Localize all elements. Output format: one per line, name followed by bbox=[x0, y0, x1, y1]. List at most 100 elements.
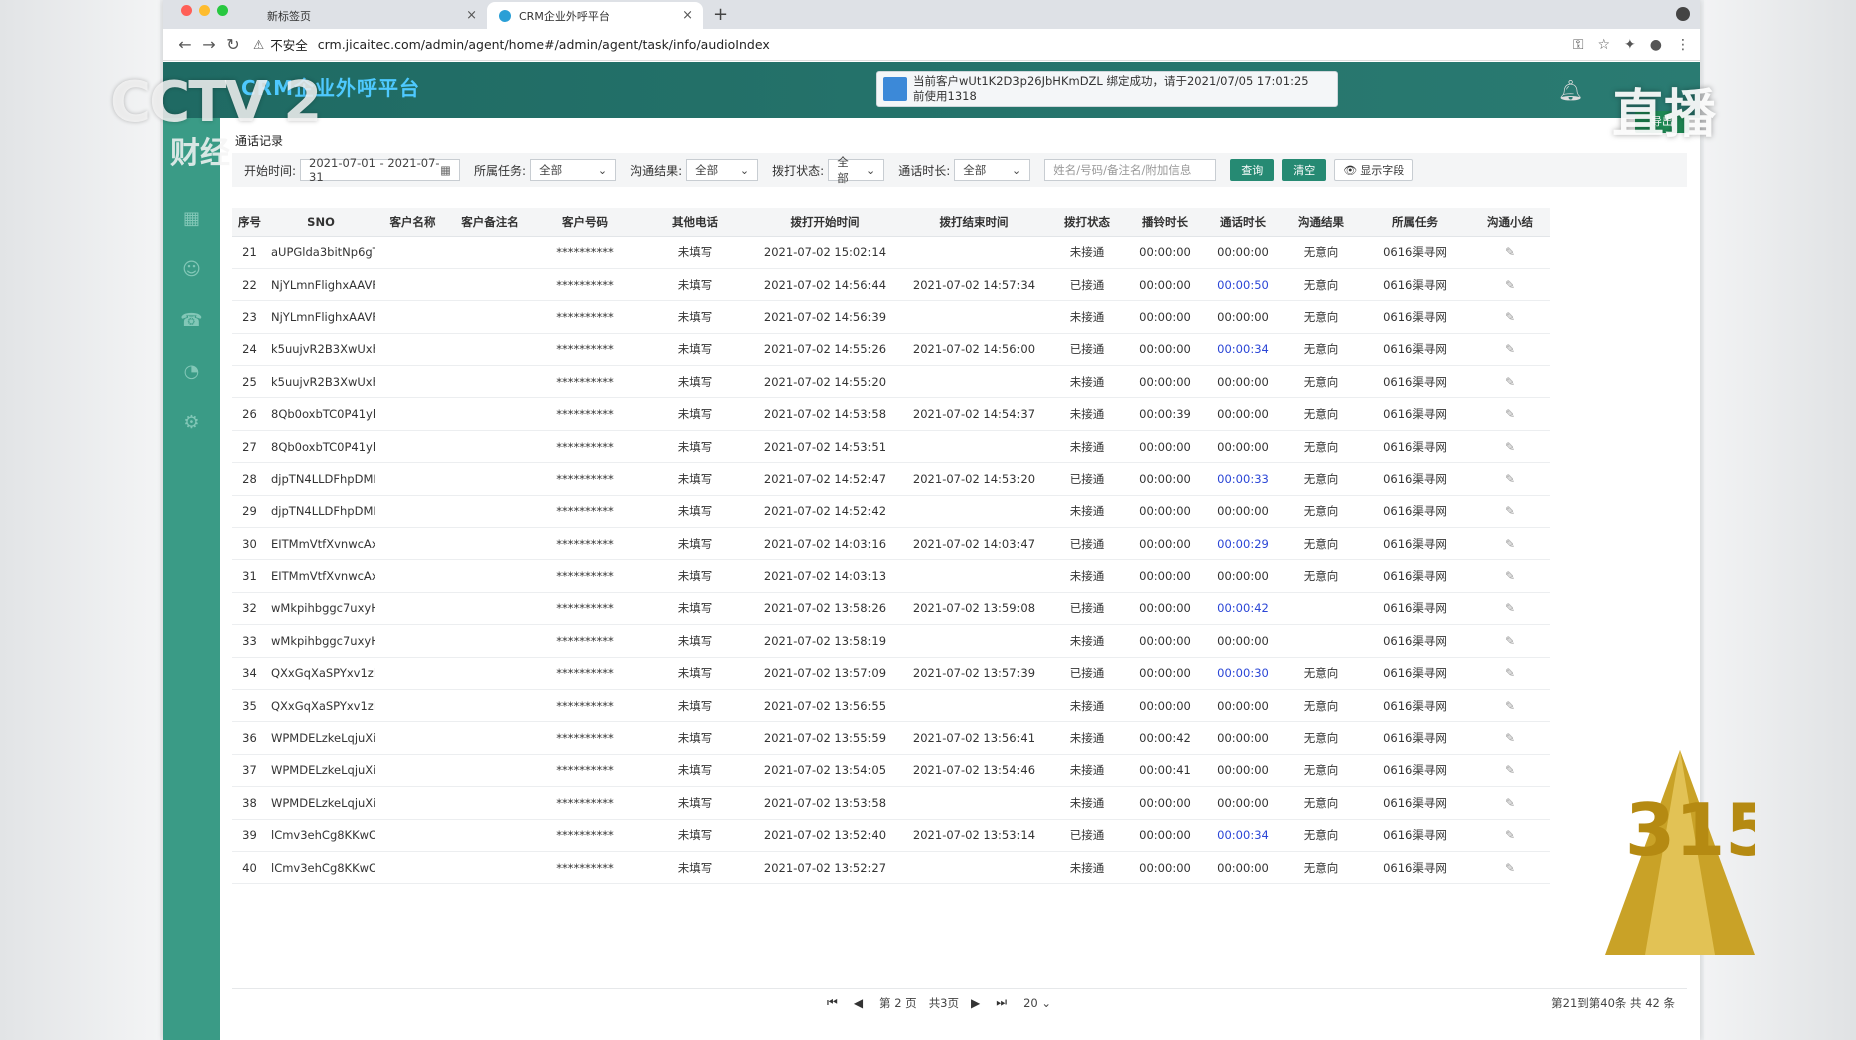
next-page-icon[interactable]: ▶ bbox=[971, 996, 980, 1010]
col-other-phone[interactable]: 其他电话 bbox=[640, 208, 750, 237]
calendar-icon[interactable]: ▦ bbox=[440, 163, 451, 177]
back-arrow-icon[interactable]: ← bbox=[173, 35, 197, 54]
prev-page-icon[interactable]: ◀ bbox=[854, 996, 863, 1010]
col-end-time[interactable]: 拨打结束时间 bbox=[900, 208, 1048, 237]
edit-icon[interactable]: ✎ bbox=[1505, 375, 1515, 389]
table-row[interactable]: 40 lCmv3ehCg8KKwOi ********** 未填写 2021-07-02… bbox=[232, 851, 1550, 885]
row-talk-time[interactable]: 00:00:33 bbox=[1204, 462, 1282, 496]
sidebar-user-icon[interactable]: ☺ bbox=[182, 259, 201, 280]
row-talk-time[interactable]: 00:00:34 bbox=[1204, 333, 1282, 367]
table-row[interactable]: 32 wMkpihbggc7uxyH ********** 未填写 2021-07-02… bbox=[232, 592, 1550, 626]
task-select[interactable]: 全部 bbox=[530, 159, 617, 181]
edit-icon[interactable]: ✎ bbox=[1505, 407, 1515, 421]
tab-close-icon[interactable]: × bbox=[466, 8, 477, 23]
col-start-time[interactable]: 拨打开始时间 bbox=[750, 208, 900, 237]
col-result[interactable]: 沟通结果 bbox=[1282, 208, 1360, 237]
row-talk-time[interactable]: 00:00:34 bbox=[1204, 819, 1282, 852]
edit-icon[interactable]: ✎ bbox=[1505, 634, 1515, 648]
result-select[interactable]: 全部 bbox=[686, 159, 759, 181]
row-talk-time[interactable]: 00:00:30 bbox=[1204, 657, 1282, 690]
maximize-window-button[interactable] bbox=[217, 5, 228, 16]
edit-icon[interactable]: ✎ bbox=[1505, 310, 1515, 324]
row-talk-time[interactable]: 00:00:42 bbox=[1204, 592, 1282, 626]
table-row[interactable]: 38 WPMDELzkeLqjuXi ********** 未填写 2021-07-02… bbox=[232, 786, 1550, 820]
table-row[interactable]: 26 8Qb0oxbTC0P41yl ********** 未填写 2021-07-02… bbox=[232, 397, 1550, 431]
browser-menu-icon[interactable] bbox=[1676, 7, 1690, 21]
edit-icon[interactable]: ✎ bbox=[1505, 472, 1515, 486]
edit-icon[interactable]: ✎ bbox=[1505, 828, 1515, 842]
star-icon[interactable]: ☆ bbox=[1597, 37, 1610, 53]
table-row[interactable]: 33 wMkpihbggc7uxyH ********** 未填写 2021-07-02… bbox=[232, 624, 1550, 658]
table-row[interactable]: 22 NjYLmnFlighxAAVF ********** 未填写 2021-07-0… bbox=[232, 268, 1550, 302]
duration-select[interactable]: 全部 bbox=[954, 159, 1031, 181]
table-row[interactable]: 28 djpTN4LLDFhpDMI ********** 未填写 2021-07-02… bbox=[232, 462, 1550, 496]
status-select[interactable]: 全部 bbox=[828, 155, 885, 185]
current-page[interactable]: 第 2 页 bbox=[879, 995, 917, 1011]
table-row[interactable]: 29 djpTN4LLDFhpDMI ********** 未填写 2021-07-02… bbox=[232, 495, 1550, 529]
col-remark-name[interactable]: 客户备注名 bbox=[450, 208, 530, 237]
first-page-icon[interactable]: ⏮ bbox=[827, 995, 838, 1010]
clear-button[interactable]: 清空 bbox=[1282, 159, 1327, 181]
table-row[interactable]: 23 NjYLmnFlighxAAVF ********** 未填写 2021-07-0… bbox=[232, 300, 1550, 334]
url-field[interactable]: ⚠ 不安全 crm.jicaitec.com/admin/agent/home#… bbox=[253, 33, 1563, 57]
close-window-button[interactable] bbox=[181, 5, 192, 16]
table-row[interactable]: 37 WPMDELzkeLqjuXi ********** 未填写 2021-07-02… bbox=[232, 754, 1550, 788]
edit-icon[interactable]: ✎ bbox=[1505, 796, 1515, 810]
col-summary[interactable]: 沟通小结 bbox=[1470, 208, 1550, 237]
table-row[interactable]: 24 k5uujvR2B3XwUxh ********** 未填写 2021-07-02… bbox=[232, 333, 1550, 367]
edit-icon[interactable]: ✎ bbox=[1505, 342, 1515, 356]
sidebar-home-icon[interactable]: ▦ bbox=[183, 208, 200, 229]
edit-icon[interactable]: ✎ bbox=[1505, 440, 1515, 454]
edit-icon[interactable]: ✎ bbox=[1505, 763, 1515, 777]
table-row[interactable]: 35 QXxGqXaSPYxv1zl ********** 未填写 2021-07-02… bbox=[232, 689, 1550, 723]
show-fields-button[interactable]: 👁︎ 显示字段 bbox=[1334, 159, 1414, 181]
reload-icon[interactable]: ↻ bbox=[221, 35, 245, 54]
col-sno[interactable]: SNO bbox=[267, 208, 375, 237]
table-row[interactable]: 25 k5uujvR2B3XwUxh ********** 未填写 2021-07-02… bbox=[232, 365, 1550, 399]
new-tab-plus-icon[interactable]: + bbox=[713, 4, 728, 25]
col-ring-time[interactable]: 播铃时长 bbox=[1126, 208, 1204, 237]
row-talk-time[interactable]: 00:00:50 bbox=[1204, 268, 1282, 302]
col-no[interactable]: 序号 bbox=[232, 208, 267, 237]
table-row[interactable]: 31 EITMmVtfXvnwcAx ********** 未填写 2021-07-02… bbox=[232, 559, 1550, 593]
table-row[interactable]: 21 aUPGlda3bitNp6gT ********** 未填写 2021-07-0… bbox=[232, 236, 1550, 269]
key-icon[interactable]: ⚿ bbox=[1573, 37, 1584, 53]
minimize-window-button[interactable] bbox=[199, 5, 210, 16]
more-menu-icon[interactable]: ⋮ bbox=[1676, 37, 1690, 53]
edit-icon[interactable]: ✎ bbox=[1505, 601, 1515, 615]
tab-crm[interactable]: CRM企业外呼平台 × bbox=[487, 2, 703, 29]
table-row[interactable]: 27 8Qb0oxbTC0P41yl ********** 未填写 2021-07-02… bbox=[232, 430, 1550, 464]
table-row[interactable]: 34 QXxGqXaSPYxv1zl ********** 未填写 2021-07-02… bbox=[232, 657, 1550, 690]
edit-icon[interactable]: ✎ bbox=[1505, 569, 1515, 583]
profile-icon[interactable]: ● bbox=[1650, 37, 1662, 53]
sidebar-chart-icon[interactable]: ◔ bbox=[184, 361, 200, 382]
table-row[interactable]: 30 EITMmVtfXvnwcAx ********** 未填写 2021-07-02… bbox=[232, 527, 1550, 561]
col-customer-name[interactable]: 客户名称 bbox=[375, 208, 450, 237]
col-status[interactable]: 拨打状态 bbox=[1048, 208, 1126, 237]
sidebar-settings-icon[interactable]: ⚙ bbox=[183, 412, 199, 433]
edit-icon[interactable]: ✎ bbox=[1505, 861, 1515, 875]
edit-icon[interactable]: ✎ bbox=[1505, 731, 1515, 745]
col-phone[interactable]: 客户号码 bbox=[530, 208, 640, 237]
edit-icon[interactable]: ✎ bbox=[1505, 537, 1515, 551]
tab-close-icon[interactable]: × bbox=[682, 8, 693, 23]
col-task[interactable]: 所属任务 bbox=[1360, 208, 1470, 237]
extensions-icon[interactable]: ✦ bbox=[1624, 37, 1636, 53]
page-size-select[interactable]: 20 ⌄ bbox=[1023, 996, 1051, 1010]
edit-icon[interactable]: ✎ bbox=[1505, 278, 1515, 292]
last-page-icon[interactable]: ⏭ bbox=[996, 995, 1007, 1010]
date-range-input[interactable]: 2021-07-01 - 2021-07-31 ▦ bbox=[300, 156, 461, 184]
forward-arrow-icon[interactable]: → bbox=[197, 35, 221, 54]
edit-icon[interactable]: ✎ bbox=[1505, 245, 1515, 259]
search-input[interactable]: 姓名/号码/备注名/附加信息 bbox=[1044, 159, 1217, 181]
table-row[interactable]: 36 WPMDELzkeLqjuXi ********** 未填写 2021-07-02… bbox=[232, 721, 1550, 755]
query-button[interactable]: 查询 bbox=[1230, 159, 1275, 181]
edit-icon[interactable]: ✎ bbox=[1505, 504, 1515, 518]
col-talk-time[interactable]: 通话时长 bbox=[1204, 208, 1282, 237]
edit-icon[interactable]: ✎ bbox=[1505, 666, 1515, 680]
sidebar-phone-icon[interactable]: ☎ bbox=[180, 310, 202, 331]
bell-icon[interactable]: 🔔︎ bbox=[1558, 78, 1583, 102]
row-talk-time[interactable]: 00:00:29 bbox=[1204, 527, 1282, 561]
tab-new[interactable]: 新标签页 × bbox=[255, 2, 487, 29]
edit-icon[interactable]: ✎ bbox=[1505, 699, 1515, 713]
